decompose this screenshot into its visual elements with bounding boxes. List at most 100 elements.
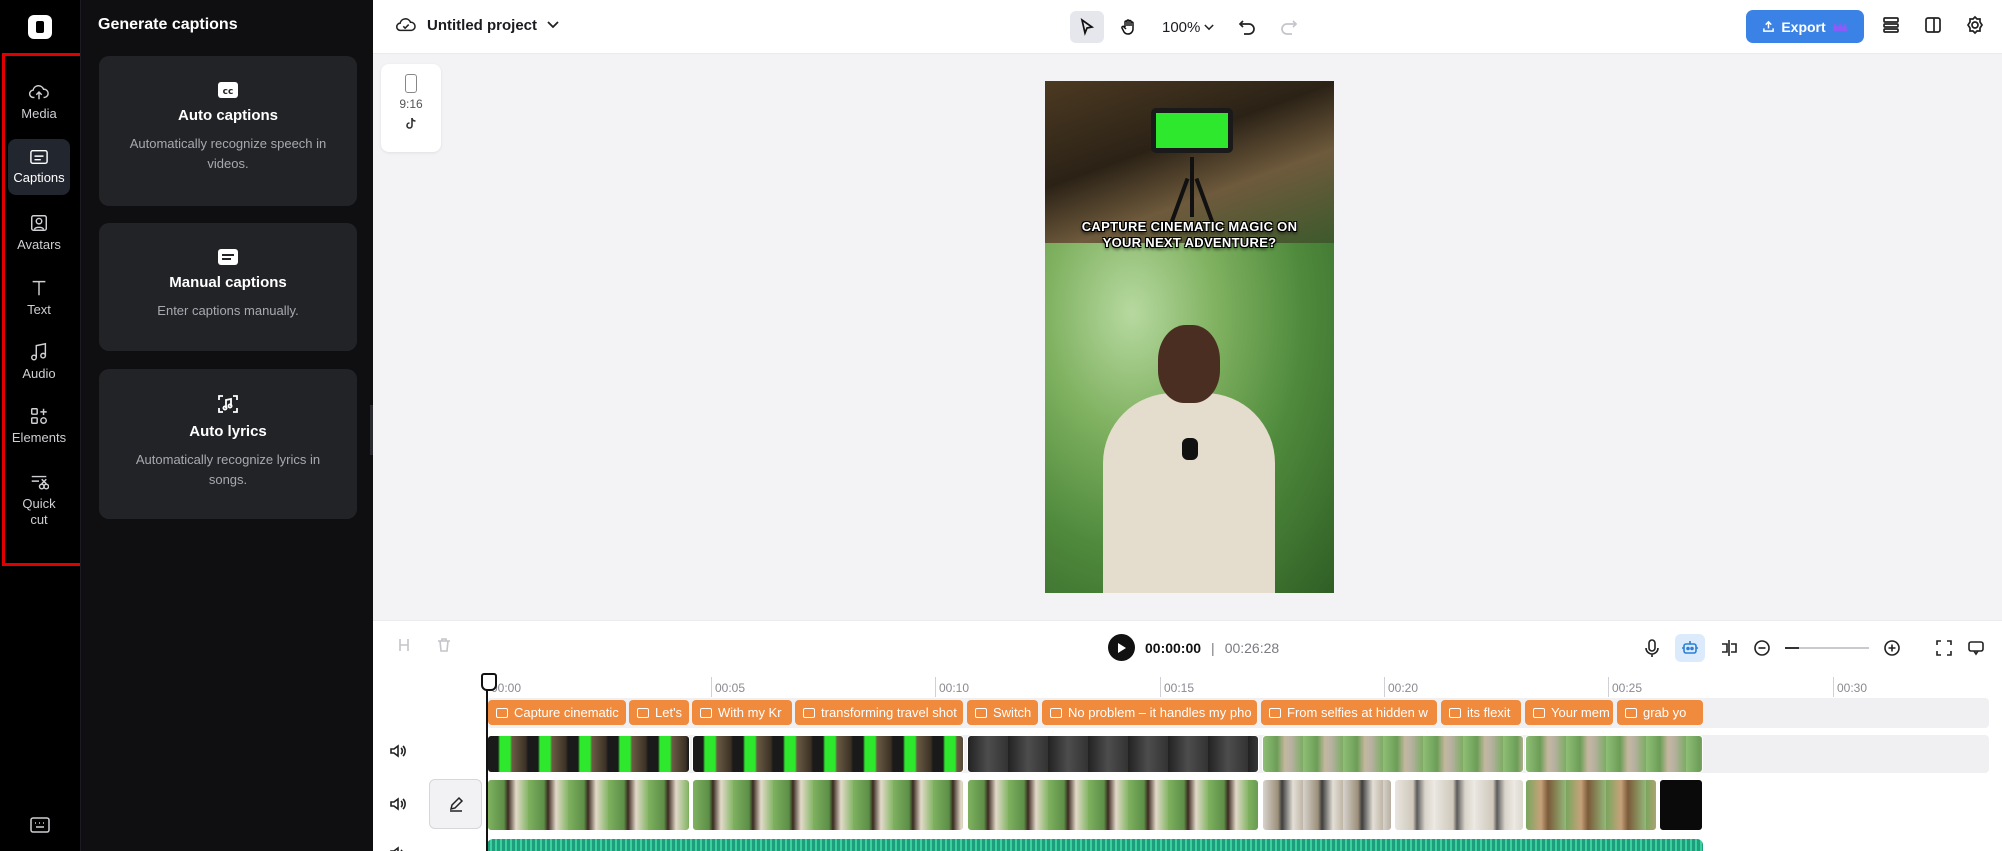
video-clip[interactable] <box>692 779 964 831</box>
tiktok-icon <box>406 117 416 129</box>
auto-captions-card[interactable]: cc Auto captions Automatically recognize… <box>99 56 357 206</box>
caption-clip[interactable]: Switch <box>967 700 1038 725</box>
caption-clip[interactable]: its flexit <box>1441 700 1521 725</box>
chevron-down-icon <box>547 21 559 29</box>
rail-item-quick-cut[interactable]: Quick cut <box>8 472 70 532</box>
rail-item-media[interactable]: Media <box>8 82 70 126</box>
caption-clip-icon <box>1449 707 1461 718</box>
video-clip[interactable] <box>1394 779 1524 831</box>
app-logo[interactable] <box>28 15 52 39</box>
project-title: Untitled project <box>427 16 538 34</box>
rail-label: Text <box>27 302 51 317</box>
caption-clip[interactable]: From selfies at hidden w <box>1261 700 1437 725</box>
ruler-tick: 00:15 <box>1160 677 1194 697</box>
time-ruler[interactable]: 00:00 00:05 00:10 00:15 00:20 00:25 00:3… <box>487 677 1987 697</box>
timeline-panel: 00:00:00 | 00:26:28 00:00 00:05 00:10 00… <box>373 620 2002 851</box>
captions-panel: Generate captions cc Auto captions Autom… <box>80 0 373 851</box>
speaker-icon[interactable] <box>389 743 407 759</box>
rail-label: Media <box>21 106 57 121</box>
rail-item-elements[interactable]: Elements <box>8 406 70 450</box>
gear-icon[interactable] <box>1965 15 1985 35</box>
caption-clip-text: With my Kr <box>718 705 782 720</box>
export-button[interactable]: Export <box>1746 10 1864 43</box>
zoom-dropdown[interactable]: 100% <box>1154 19 1222 36</box>
video-caption-overlay[interactable]: CAPTURE CINEMATIC MAGIC ON YOUR NEXT ADV… <box>1045 219 1334 251</box>
video-clip[interactable] <box>692 735 964 773</box>
caption-clip[interactable]: Capture cinematic <box>488 700 626 725</box>
music-note-icon <box>31 342 47 361</box>
timeline-right-tools <box>1643 634 1985 662</box>
card-description: Enter captions manually. <box>157 303 299 318</box>
redo-icon <box>1281 20 1298 35</box>
manual-captions-card[interactable]: Manual captions Enter captions manually. <box>99 223 357 351</box>
project-menu[interactable]: Untitled project <box>395 16 559 34</box>
top-bar: Untitled project 100% Export <box>373 0 2002 54</box>
split-icon[interactable] <box>395 636 413 654</box>
trash-icon[interactable] <box>435 636 453 654</box>
caption-clip[interactable]: Let's <box>629 700 689 725</box>
caption-clip-text: transforming travel shot <box>821 705 957 720</box>
rail-item-captions[interactable]: Captions <box>8 139 70 195</box>
total-time: 00:26:28 <box>1224 639 1280 656</box>
keyboard-shortcut-icon[interactable] <box>29 816 51 834</box>
elements-icon <box>31 408 47 424</box>
top-right-icons <box>1881 15 1985 35</box>
video-clip[interactable] <box>967 735 1259 773</box>
playhead[interactable] <box>481 673 497 851</box>
ruler-tick: 00:05 <box>711 677 745 697</box>
speaker-icon[interactable] <box>389 796 407 812</box>
split-view-icon[interactable] <box>1719 639 1739 657</box>
fullscreen-icon[interactable] <box>1935 639 1953 657</box>
canvas-tools: 100% <box>1070 11 1306 43</box>
caption-clip[interactable]: Your mem <box>1525 700 1613 725</box>
edit-cover-button[interactable] <box>429 779 482 829</box>
play-button[interactable] <box>1108 634 1135 661</box>
video-clip[interactable] <box>487 779 690 831</box>
zoom-in-icon[interactable] <box>1883 639 1901 657</box>
caption-clip-icon <box>1625 707 1637 718</box>
card-description: Automatically recognize speech in videos… <box>129 136 327 171</box>
rail-label: Elements <box>11 430 67 445</box>
comment-icon[interactable] <box>1967 639 1985 657</box>
caption-clip[interactable]: No problem – it handles my pho <box>1042 700 1257 725</box>
ai-assist-button[interactable] <box>1675 634 1705 662</box>
rail-label: Avatars <box>17 237 61 252</box>
canvas-area: 9:16 CAPTURE CINEMATIC MAGIC ON YOUR NEX… <box>373 54 2002 620</box>
microphone-icon[interactable] <box>1643 638 1661 658</box>
caption-clip-icon <box>700 707 712 718</box>
select-tool-button[interactable] <box>1070 11 1104 43</box>
rail-item-avatars[interactable]: Avatars <box>8 213 70 257</box>
audio-clip[interactable] <box>487 839 1703 851</box>
playback-controls: 00:00:00 | 00:26:28 <box>1108 634 1279 661</box>
card-title: Auto captions <box>178 107 278 124</box>
timeline-zoom-slider[interactable] <box>1785 647 1869 649</box>
speaker-icon[interactable] <box>389 845 407 851</box>
layout-panel-icon[interactable] <box>1923 15 1943 35</box>
rail-item-text[interactable]: Text <box>8 278 70 322</box>
video-clip[interactable] <box>967 779 1259 831</box>
video-clip[interactable] <box>1262 735 1524 773</box>
redo-button[interactable] <box>1272 11 1306 43</box>
auto-lyrics-card[interactable]: Auto lyrics Automatically recognize lyri… <box>99 369 357 519</box>
caption-clip[interactable]: grab yo <box>1617 700 1703 725</box>
undo-button[interactable] <box>1230 11 1264 43</box>
zoom-out-icon[interactable] <box>1753 639 1771 657</box>
ruler-tick: 00:30 <box>1833 677 1867 697</box>
video-preview[interactable]: CAPTURE CINEMATIC MAGIC ON YOUR NEXT ADV… <box>1045 81 1334 593</box>
layers-icon[interactable] <box>1881 15 1901 35</box>
aspect-ratio-selector[interactable]: 9:16 <box>381 64 441 152</box>
rail-label: Quick cut <box>22 496 56 527</box>
caption-clip[interactable]: With my Kr <box>692 700 792 725</box>
caption-clip-text: Your mem <box>1551 705 1610 720</box>
avatar-icon <box>31 215 47 231</box>
rail-item-audio[interactable]: Audio <box>8 342 70 386</box>
caption-clip-text: grab yo <box>1643 705 1687 720</box>
caption-clip[interactable]: transforming travel shot <box>795 700 963 725</box>
video-clip[interactable] <box>1262 779 1392 831</box>
undo-icon <box>1239 20 1256 35</box>
video-clip[interactable] <box>1525 779 1657 831</box>
video-clip[interactable] <box>1659 779 1703 831</box>
hand-tool-button[interactable] <box>1112 11 1146 43</box>
video-clip[interactable] <box>1525 735 1703 773</box>
video-clip[interactable] <box>487 735 690 773</box>
